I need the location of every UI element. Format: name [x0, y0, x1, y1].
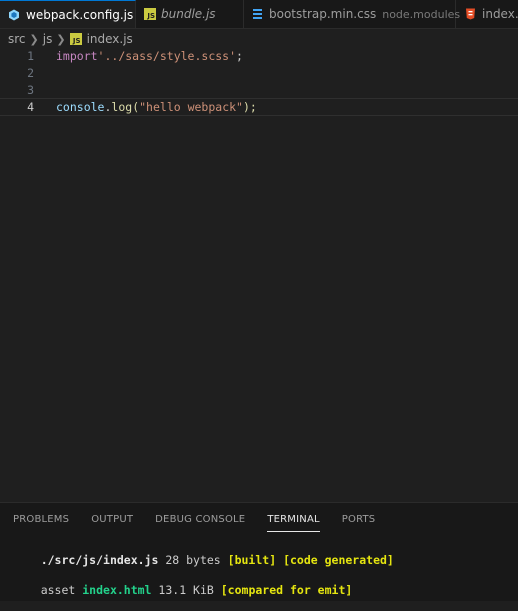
code-editor[interactable]: 1 import'../sass/style.scss'; 2 3 4 cons… — [0, 48, 518, 498]
terminal-path: ./src/js/index.js — [40, 553, 159, 567]
tab-label: index.h — [482, 7, 518, 21]
terminal-compared: [compared for emit] — [220, 583, 353, 597]
js-file-icon: JS — [144, 8, 156, 20]
terminal-line: asset index.html 13.1 KiB [compared for … — [13, 569, 353, 611]
line-number: 4 — [27, 100, 34, 114]
terminal-asset-size: 13.1 KiB — [151, 583, 221, 597]
terminal-built: [built] — [227, 553, 277, 567]
chevron-right-icon: ❯ — [29, 32, 39, 46]
line-number: 1 — [27, 49, 34, 63]
terminal-size: 28 bytes — [158, 553, 228, 567]
tab-label: bootstrap.min.css — [269, 7, 377, 21]
terminal-asset: asset — [40, 583, 83, 597]
breadcrumb-file[interactable]: index.js — [87, 32, 133, 46]
breadcrumb: src ❯ js ❯ JS index.js — [0, 30, 133, 48]
tab-terminal[interactable]: TERMINAL — [267, 513, 320, 532]
line-number: 2 — [27, 66, 34, 80]
tab-label: webpack.config.js — [26, 8, 134, 22]
webpack-icon — [8, 9, 20, 21]
identifier-console: console — [56, 100, 105, 114]
code-line-current[interactable]: 4 console.log("hello webpack"); — [0, 98, 518, 116]
function-log: log — [111, 100, 133, 114]
terminal-generated: [code generated] — [283, 553, 394, 567]
keyword-import: import — [56, 49, 98, 63]
tab-debug-console[interactable]: DEBUG CONSOLE — [155, 513, 245, 531]
tab-problems[interactable]: PROBLEMS — [13, 513, 69, 531]
editor-tab-bar: webpack.config.js JS bundle.js bootstrap… — [0, 0, 518, 29]
tab-bundle-js[interactable]: JS bundle.js — [136, 0, 244, 28]
string-literal: '../sass/style.scss' — [97, 49, 237, 63]
close-paren: ); — [242, 100, 257, 114]
breadcrumb-src[interactable]: src — [8, 32, 26, 46]
line-number: 3 — [27, 83, 34, 97]
tab-webpack-config[interactable]: webpack.config.js — [0, 0, 136, 28]
tab-description: node.modules — [382, 7, 461, 21]
tab-bootstrap-css[interactable]: bootstrap.min.css node.modules — [244, 0, 460, 28]
code-line[interactable]: 3 — [0, 82, 518, 99]
terminal-asset-file: index.html — [82, 583, 152, 597]
html-file-icon — [464, 8, 476, 20]
tab-index-html[interactable]: index.h — [456, 0, 518, 28]
breadcrumb-js[interactable]: js — [43, 32, 53, 46]
js-file-icon: JS — [69, 33, 82, 45]
code-line[interactable]: 1 import'../sass/style.scss'; — [0, 48, 518, 65]
string-literal: "hello webpack" — [139, 100, 243, 114]
semicolon: ; — [236, 49, 243, 63]
css-file-icon — [252, 8, 263, 20]
bottom-panel: PROBLEMS OUTPUT DEBUG CONSOLE TERMINAL P… — [0, 502, 518, 601]
panel-tabs: PROBLEMS OUTPUT DEBUG CONSOLE TERMINAL P… — [0, 513, 384, 533]
tab-label: bundle.js — [161, 7, 216, 21]
chevron-right-icon: ❯ — [56, 32, 66, 46]
tab-output[interactable]: OUTPUT — [91, 513, 133, 531]
code-line[interactable]: 2 — [0, 65, 518, 82]
tab-ports[interactable]: PORTS — [342, 513, 376, 531]
